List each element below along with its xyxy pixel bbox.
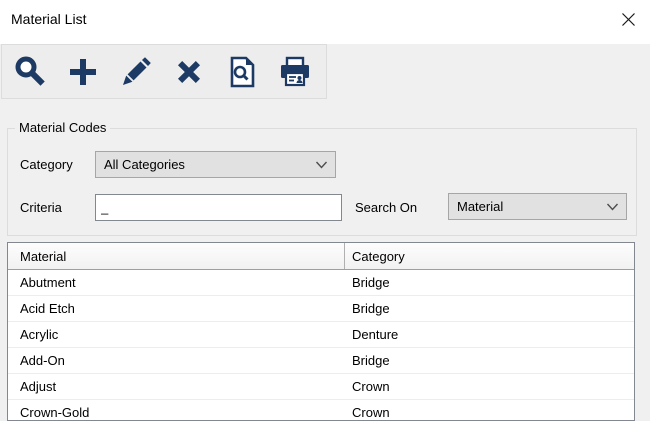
- category-cell: Bridge: [345, 270, 634, 295]
- chevron-down-icon: [315, 160, 328, 170]
- material-cell: Acrylic: [8, 322, 345, 347]
- category-cell: Crown: [345, 374, 634, 399]
- table-row[interactable]: Acid Etch Bridge: [8, 296, 634, 322]
- column-header-category[interactable]: Category: [345, 243, 634, 269]
- close-button[interactable]: [611, 4, 645, 34]
- search-on-dropdown[interactable]: Material: [448, 193, 627, 220]
- search-icon: [14, 56, 46, 88]
- add-button[interactable]: [56, 47, 109, 97]
- category-cell: Bridge: [345, 296, 634, 321]
- material-cell: Add-On: [8, 348, 345, 373]
- titlebar: Material List: [0, 0, 650, 44]
- criteria-label: Criteria: [20, 200, 62, 215]
- material-cell: Adjust: [8, 374, 345, 399]
- column-header-material[interactable]: Material: [8, 243, 345, 269]
- toolbar: [1, 44, 327, 99]
- close-icon: [621, 12, 636, 27]
- criteria-input[interactable]: [95, 194, 342, 221]
- materials-table: Material Category Abutment Bridge Acid E…: [7, 242, 635, 421]
- print-button[interactable]: [268, 47, 321, 97]
- category-dropdown[interactable]: All Categories: [95, 151, 336, 178]
- table-row[interactable]: Crown-Gold Crown: [8, 400, 634, 421]
- material-cell: Abutment: [8, 270, 345, 295]
- material-cell: Acid Etch: [8, 296, 345, 321]
- preview-button[interactable]: [215, 47, 268, 97]
- edit-button[interactable]: [109, 47, 162, 97]
- table-row[interactable]: Acrylic Denture: [8, 322, 634, 348]
- category-cell: Bridge: [345, 348, 634, 373]
- group-title: Material Codes: [15, 120, 110, 135]
- category-cell: Crown: [345, 400, 634, 421]
- delete-button[interactable]: [162, 47, 215, 97]
- category-label: Category: [20, 157, 73, 172]
- search-button[interactable]: [3, 47, 56, 97]
- material-list-window: { "window": { "title": "Material List" }…: [0, 0, 650, 421]
- print-icon: [278, 56, 312, 88]
- material-cell: Crown-Gold: [8, 400, 345, 421]
- category-selected-value: All Categories: [104, 157, 185, 172]
- add-icon: [67, 56, 99, 88]
- table-header: Material Category: [8, 243, 634, 270]
- preview-document-icon: [227, 56, 257, 88]
- chevron-down-icon: [606, 202, 619, 212]
- table-row[interactable]: Adjust Crown: [8, 374, 634, 400]
- delete-x-icon: [173, 56, 205, 88]
- search-on-selected-value: Material: [457, 199, 503, 214]
- table-row[interactable]: Add-On Bridge: [8, 348, 634, 374]
- window-title: Material List: [11, 11, 86, 27]
- category-cell: Denture: [345, 322, 634, 347]
- table-row[interactable]: Abutment Bridge: [8, 270, 634, 296]
- edit-pencil-icon: [120, 56, 152, 88]
- search-on-label: Search On: [355, 200, 417, 215]
